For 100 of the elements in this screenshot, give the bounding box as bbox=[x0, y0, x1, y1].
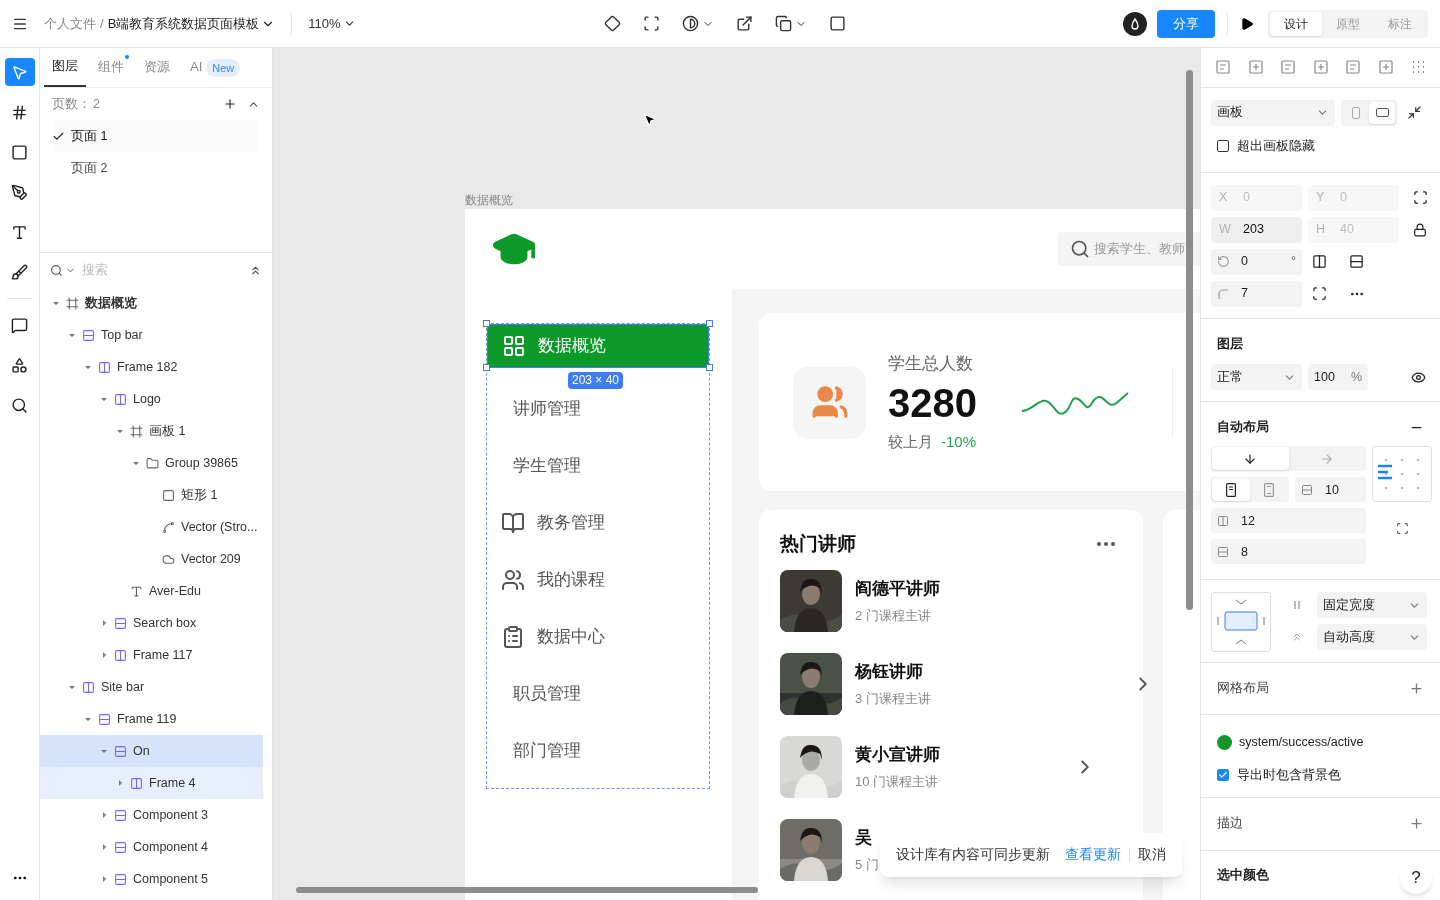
layer-row[interactable]: Frame 182 bbox=[40, 351, 263, 383]
file-name-menu[interactable]: B端教育系统数据页面模板 bbox=[107, 13, 276, 34]
mode-tab[interactable]: 设计 bbox=[1270, 11, 1322, 36]
layer-row[interactable]: Search box bbox=[40, 607, 263, 639]
add-icon[interactable] bbox=[1409, 681, 1424, 696]
selection-handle[interactable] bbox=[483, 320, 490, 327]
height-mode-dropdown[interactable]: 自动高度 bbox=[1317, 624, 1427, 651]
layer-row[interactable]: Frame 119 bbox=[40, 703, 263, 735]
panel-tab[interactable]: 图层 bbox=[44, 48, 86, 87]
nav-item[interactable]: 讲师管理 bbox=[487, 389, 709, 429]
vertical-scrollbar[interactable] bbox=[1186, 70, 1193, 610]
export-icon[interactable] bbox=[735, 15, 753, 32]
lock-icon[interactable] bbox=[1413, 222, 1427, 237]
opacity-field[interactable]: 100 % bbox=[1308, 364, 1368, 391]
layer-row[interactable]: Frame 4 bbox=[40, 767, 263, 799]
align-icon[interactable] bbox=[1312, 59, 1329, 76]
panel-tab[interactable]: 资源 bbox=[136, 48, 178, 87]
corners-icon[interactable] bbox=[1312, 286, 1327, 302]
horizontal-padding-field[interactable]: 12 bbox=[1211, 508, 1366, 534]
add-icon[interactable] bbox=[1409, 816, 1424, 832]
width-mode-dropdown[interactable]: 固定宽度 bbox=[1317, 592, 1427, 619]
align-icon[interactable] bbox=[1377, 59, 1394, 76]
layer-row[interactable]: Group 39865 bbox=[40, 447, 263, 479]
course-count: 5 门 bbox=[855, 855, 879, 874]
alignment-grid[interactable] bbox=[1372, 446, 1432, 503]
nav-item[interactable]: 部门管理 bbox=[487, 731, 709, 771]
export-checkbox[interactable] bbox=[1217, 768, 1229, 781]
layer-row[interactable]: 数据概览 bbox=[40, 287, 263, 319]
layer-row[interactable]: Top bar bbox=[40, 319, 263, 351]
gap-field[interactable]: 10 bbox=[1295, 477, 1366, 503]
component-icon[interactable] bbox=[603, 15, 621, 32]
rotation-field[interactable]: 0 ° bbox=[1211, 248, 1302, 275]
layer-search-field[interactable]: 搜索 bbox=[82, 260, 222, 280]
selection-handle[interactable] bbox=[706, 320, 713, 327]
nav-item[interactable]: 学生管理 bbox=[487, 446, 709, 486]
frame-icon[interactable] bbox=[828, 15, 846, 32]
layer-row[interactable]: Site bar bbox=[40, 671, 263, 703]
layer-row[interactable]: On bbox=[40, 735, 263, 767]
page-item[interactable]: 页面 1 bbox=[52, 120, 260, 152]
layer-row[interactable]: 画板 1 bbox=[40, 415, 263, 447]
vstack-layer-icon bbox=[114, 744, 127, 758]
align-icon[interactable] bbox=[1247, 59, 1264, 76]
users-icon bbox=[810, 383, 849, 421]
search-icon bbox=[11, 396, 28, 414]
pointer-tool[interactable] bbox=[4, 58, 35, 86]
color-swatch[interactable] bbox=[1217, 734, 1232, 750]
layer-row[interactable]: Vector 209 bbox=[40, 543, 263, 575]
stat-value: 3280 bbox=[888, 379, 978, 427]
change-value: -10% bbox=[941, 431, 977, 452]
layer-row[interactable]: Vector (Stro... bbox=[40, 511, 263, 543]
help-button[interactable]: ? bbox=[1400, 862, 1432, 894]
zoom-menu[interactable]: 110% bbox=[308, 13, 356, 34]
overlap-squares-icon[interactable] bbox=[774, 15, 792, 32]
layer-row[interactable]: Component 5 bbox=[40, 863, 263, 895]
align-icon[interactable] bbox=[1410, 59, 1426, 76]
blend-mode-dropdown[interactable]: 正常 bbox=[1211, 364, 1302, 391]
packed-mode-button[interactable] bbox=[1212, 478, 1250, 502]
frame-type-dropdown[interactable]: 画板 bbox=[1211, 99, 1335, 126]
fit-icon[interactable] bbox=[1407, 105, 1422, 121]
nav-item[interactable]: 我的课程 bbox=[487, 560, 709, 600]
flip-horizontal-icon[interactable] bbox=[1312, 254, 1327, 270]
view-updates-link[interactable]: 查看更新 bbox=[1065, 844, 1121, 866]
hstack-layer-icon bbox=[114, 648, 127, 662]
lecturer-name: 阎德平讲师 bbox=[855, 578, 940, 600]
search-icon[interactable] bbox=[50, 263, 63, 277]
spacing-icon bbox=[1301, 484, 1313, 496]
user-avatar[interactable] bbox=[1123, 11, 1147, 36]
add-icon[interactable] bbox=[1413, 190, 1428, 206]
nav-item[interactable]: 数据中心 bbox=[487, 617, 709, 657]
play-icon[interactable] bbox=[1240, 16, 1254, 31]
nav-item[interactable]: 职员管理 bbox=[487, 674, 709, 714]
selection-handle[interactable] bbox=[706, 364, 713, 371]
breadcrumb-link[interactable]: 个人文件 bbox=[44, 13, 96, 34]
layer-row[interactable]: 矩形 1 bbox=[40, 479, 263, 511]
page-item[interactable]: 页面 2 bbox=[52, 152, 260, 184]
selection-handle[interactable] bbox=[483, 364, 490, 371]
radius-field[interactable]: 7 bbox=[1211, 280, 1302, 307]
nav-item[interactable]: 教务管理 bbox=[487, 503, 709, 543]
cancel-button[interactable]: 取消 bbox=[1138, 844, 1166, 866]
add-page-icon[interactable] bbox=[223, 97, 237, 111]
hug-height-icon bbox=[1291, 631, 1303, 644]
frame-selection-icon[interactable] bbox=[642, 15, 660, 32]
share-button[interactable]: 分享 bbox=[1157, 9, 1215, 38]
nav-item[interactable]: 数据概览 bbox=[487, 324, 709, 368]
panel-tab[interactable]: 组件 bbox=[90, 48, 132, 87]
landscape-button[interactable] bbox=[1369, 101, 1395, 124]
number-field[interactable]: W 203 bbox=[1211, 216, 1302, 243]
padding-toggle-icon[interactable] bbox=[1395, 522, 1409, 536]
vertical-padding-field[interactable]: 8 bbox=[1211, 539, 1366, 565]
visibility-icon[interactable] bbox=[1411, 369, 1426, 385]
layer-row[interactable]: Aver-Edu bbox=[40, 575, 263, 607]
flip-vertical-icon[interactable] bbox=[1349, 254, 1364, 270]
book-icon bbox=[501, 511, 525, 535]
clip-checkbox[interactable] bbox=[1217, 139, 1229, 152]
layer-row[interactable]: Logo bbox=[40, 383, 263, 415]
layer-row[interactable]: Component 3 bbox=[40, 799, 263, 831]
layer-row[interactable]: Frame 117 bbox=[40, 639, 263, 671]
layer-row[interactable]: Component 4 bbox=[40, 831, 263, 863]
horizontal-scrollbar[interactable] bbox=[296, 887, 758, 893]
contrast-icon[interactable] bbox=[681, 15, 699, 32]
